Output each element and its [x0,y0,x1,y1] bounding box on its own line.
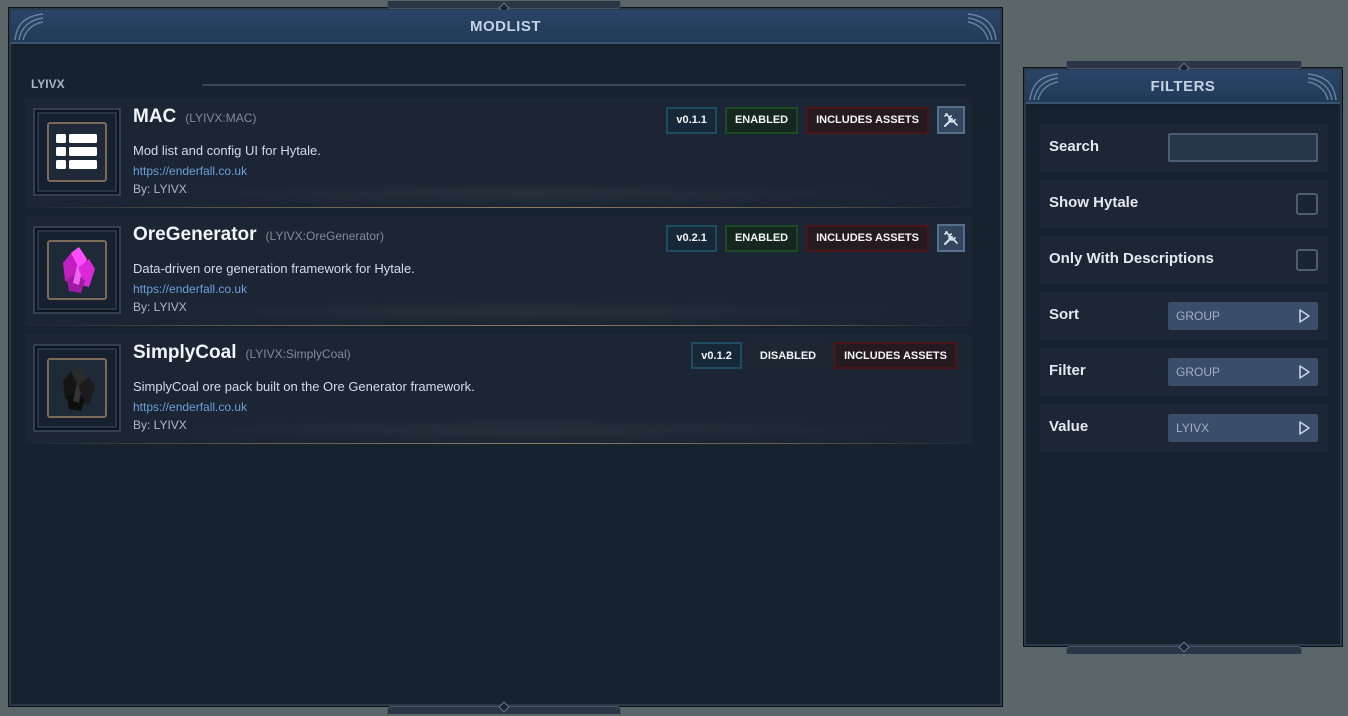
play-arrow-icon [1299,365,1310,379]
assets-badge: INCLUDES ASSETS [806,224,929,252]
mod-badges: v0.2.1 ENABLED INCLUDES ASSETS [666,224,965,252]
sort-label: Sort [1049,306,1079,323]
mod-row-simplycoal[interactable]: SimplyCoal (LYIVX:SimplyCoal) SimplyCoal… [25,334,972,444]
version-badge: v0.2.1 [666,224,717,252]
sort-value: GROUP [1176,309,1221,323]
list-icon [56,134,97,169]
mod-description: SimplyCoal ore pack built on the Ore Gen… [133,379,475,394]
version-badge: v0.1.1 [666,106,717,134]
filter-row-show-hytale: Show Hytale [1040,180,1328,228]
filter-row-sort: Sort GROUP [1040,292,1328,340]
filters-header: FILTERS [1026,70,1340,104]
corner-ornament-right [964,12,998,42]
mod-author: By: LYIVX [133,182,187,196]
filters-title: FILTERS [1150,77,1216,95]
sort-dropdown[interactable]: GROUP [1168,302,1318,330]
value-label: Value [1049,418,1089,435]
filter-row-value: Value LYIVX [1040,404,1328,452]
corner-ornament-left [1028,72,1062,102]
mod-link[interactable]: https://enderfall.co.uk [133,400,247,414]
mod-name: SimplyCoal [133,342,237,363]
value-dropdown[interactable]: LYIVX [1168,414,1318,442]
mod-row-oregenerator[interactable]: OreGenerator (LYIVX:OreGenerator) Data-d… [25,216,972,326]
mod-badges: v0.1.2 DISABLED INCLUDES ASSETS [691,342,957,369]
corner-ornament-right [1304,72,1338,102]
filters-body: Search Show Hytale Only With Description… [1026,106,1340,644]
status-badge[interactable]: ENABLED [724,224,799,252]
mod-description: Data-driven ore generation framework for… [133,261,415,276]
mod-author: By: LYIVX [133,300,187,314]
play-arrow-icon [1299,309,1310,323]
mod-link[interactable]: https://enderfall.co.uk [133,282,247,296]
mod-name: MAC [133,106,177,127]
tools-icon [944,113,958,127]
group-divider [202,84,966,86]
only-descriptions-checkbox[interactable] [1296,249,1318,271]
assets-badge: INCLUDES ASSETS [806,106,929,134]
mod-icon-frame [33,344,121,432]
mod-description: Mod list and config UI for Hytale. [133,143,321,158]
group-label: LYIVX [31,77,65,91]
filter-label: Filter [1049,362,1086,379]
search-label: Search [1049,138,1100,155]
mod-title: MAC (LYIVX:MAC) [133,106,256,128]
mod-link[interactable]: https://enderfall.co.uk [133,164,247,178]
filters-panel: FILTERS Search Show Hytale Only With Des… [1024,61,1342,654]
mod-author: By: LYIVX [133,418,187,432]
mod-icon-frame [33,226,121,314]
modlist-panel: MODLIST LYIVX MAC (LYIVX:MAC) Mod list a… [9,1,1002,714]
mod-name: OreGenerator [133,224,257,245]
config-button[interactable] [937,106,965,134]
filter-row-filter: Filter GROUP [1040,348,1328,396]
corner-ornament-left [13,12,47,42]
mod-icon-frame [33,108,121,196]
coal-crystal-icon [63,365,95,411]
modlist-title: MODLIST [470,17,541,35]
status-badge[interactable]: ENABLED [724,106,799,134]
tools-icon [944,231,958,245]
play-arrow-icon [1299,421,1310,435]
magenta-crystal-icon [63,247,95,293]
only-descriptions-label: Only With Descriptions [1049,250,1214,267]
mod-id: (LYIVX:SimplyCoal) [245,347,351,361]
show-hytale-checkbox[interactable] [1296,193,1318,215]
filter-value: GROUP [1176,365,1221,379]
mod-title: SimplyCoal (LYIVX:SimplyCoal) [133,342,351,364]
assets-badge: INCLUDES ASSETS [834,342,957,369]
config-button[interactable] [937,224,965,252]
search-input[interactable] [1168,133,1318,162]
mod-title: OreGenerator (LYIVX:OreGenerator) [133,224,384,246]
mod-row-mac[interactable]: MAC (LYIVX:MAC) Mod list and config UI f… [25,98,972,208]
mod-id: (LYIVX:MAC) [185,111,257,125]
version-badge: v0.1.2 [691,342,742,369]
filter-row-only-descriptions: Only With Descriptions [1040,236,1328,284]
filter-dropdown[interactable]: GROUP [1168,358,1318,386]
value-value: LYIVX [1176,421,1210,435]
filter-row-search: Search [1040,124,1328,172]
modlist-header: MODLIST [11,10,1000,44]
mod-id: (LYIVX:OreGenerator) [265,229,385,243]
show-hytale-label: Show Hytale [1049,194,1139,211]
mod-badges: v0.1.1 ENABLED INCLUDES ASSETS [666,106,965,134]
modlist-body[interactable]: LYIVX MAC (LYIVX:MAC) Mod list and confi… [11,46,1000,704]
status-badge[interactable]: DISABLED [749,342,827,369]
